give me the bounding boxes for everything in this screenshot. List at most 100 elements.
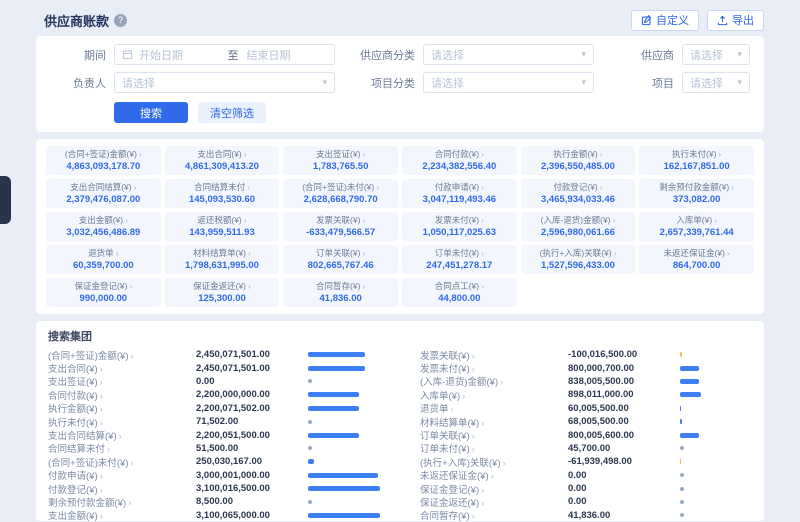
breakdown-label[interactable]: 发票关联(¥)› (420, 348, 568, 362)
breakdown-label[interactable]: 付款登记(¥)› (48, 482, 196, 496)
chevron-right-icon: › (134, 182, 137, 192)
chevron-right-icon: › (362, 248, 365, 258)
breakdown-label[interactable]: 支出合同(¥)› (48, 361, 196, 375)
metric-card[interactable]: (执行+入库)关联(¥)›1,527,596,433.00 (521, 245, 636, 274)
breakdown-label[interactable]: 发票未付(¥)› (420, 361, 568, 375)
breakdown-label[interactable]: 付款申请(¥)› (48, 468, 196, 482)
breakdown-label[interactable]: 材料结算单(¥)› (420, 415, 568, 429)
breakdown-bar (308, 352, 365, 357)
metric-card[interactable]: (合同+签证)金额(¥)›4,863,093,178.70 (46, 146, 161, 175)
breakdown-bar-track (308, 469, 380, 482)
metric-label: 合同结算未付› (167, 181, 278, 193)
breakdown-bar-track (680, 375, 752, 388)
metric-card[interactable]: 保证金登记(¥)›990,000.00 (46, 278, 161, 307)
breakdown-label[interactable]: 执行未付(¥)› (48, 415, 196, 429)
supplier-category-select[interactable]: 请选择 ▾ (423, 44, 594, 65)
breakdown-bar (680, 419, 682, 424)
breakdown-bar (308, 392, 359, 397)
metric-card[interactable]: 剩余预付款金额(¥)›373,082.00 (639, 179, 754, 208)
metric-card[interactable]: 支出合同(¥)›4,861,309,413.20 (165, 146, 280, 175)
clear-filters-button[interactable]: 清空筛选 (198, 102, 266, 123)
breakdown-bar-dot (680, 446, 684, 450)
metric-value: 2,596,980,061.66 (523, 227, 634, 238)
metric-label: 发票未付(¥)› (404, 214, 515, 226)
customize-label: 自定义 (656, 12, 689, 28)
metric-card[interactable]: 合同点工(¥)›44,800.00 (402, 278, 517, 307)
filter-supplier-label: 供应商 (618, 47, 674, 63)
metric-card[interactable]: 发票关联(¥)›-633,479,566.57 (283, 212, 398, 241)
metric-card[interactable]: (入库-退货)金额(¥)›2,596,980,061.66 (521, 212, 636, 241)
metric-card[interactable]: 入库单(¥)›2,657,339,761.44 (639, 212, 754, 241)
breakdown-label[interactable]: 退货单› (420, 401, 568, 415)
breakdown-value: 71,502.00 (196, 416, 308, 427)
breakdown-label[interactable]: 支出合同结算(¥)› (48, 428, 196, 442)
metric-card[interactable]: 支出金额(¥)›3,032,456,486.89 (46, 212, 161, 241)
breakdown-label[interactable]: 入库单(¥)› (420, 388, 568, 402)
metric-card[interactable]: 保证金返还(¥)›125,300.00 (165, 278, 280, 307)
help-icon[interactable]: ? (114, 14, 127, 27)
metric-card[interactable]: 未返还保证金(¥)›864,700.00 (639, 245, 754, 274)
breakdown-label[interactable]: (合同+签证)金额(¥)› (48, 348, 196, 362)
search-button[interactable]: 搜索 (114, 102, 188, 123)
metric-value: 2,628,668,790.70 (285, 194, 396, 205)
breakdown-bar (680, 433, 699, 438)
breakdown-label[interactable]: 支出签证(¥)› (48, 374, 196, 388)
chevron-right-icon: › (472, 444, 475, 455)
chevron-right-icon: › (131, 458, 134, 469)
date-range-picker[interactable]: 开始日期 至 结束日期 (114, 44, 335, 65)
breakdown-label[interactable]: 执行金额(¥)› (48, 401, 196, 415)
breakdown-bar-track (308, 402, 380, 415)
side-panel-handle[interactable] (0, 176, 11, 224)
metric-card[interactable]: 合同暂存(¥)›41,836.00 (283, 278, 398, 307)
breakdown-label[interactable]: (执行+入库)关联(¥)› (420, 455, 568, 469)
metric-card[interactable]: 发票未付(¥)›1,050,117,025.63 (402, 212, 517, 241)
breakdown-label[interactable]: 订单未付(¥)› (420, 441, 568, 455)
metric-card[interactable]: 合同付款(¥)›2,234,382,556.40 (402, 146, 517, 175)
metric-card[interactable]: 支出合同结算(¥)›2,379,476,087.00 (46, 179, 161, 208)
metric-card[interactable]: 执行金额(¥)›2,396,550,485.00 (521, 146, 636, 175)
metric-card[interactable]: 合同结算未付›145,093,530.60 (165, 179, 280, 208)
metric-card[interactable]: 付款申请(¥)›3,047,119,493.46 (402, 179, 517, 208)
breakdown-label[interactable]: 合同付款(¥)› (48, 388, 196, 402)
chevron-right-icon: › (244, 215, 247, 225)
breakdown-label[interactable]: 支出金额(¥)› (48, 508, 196, 522)
breakdown-label[interactable]: 合同暂存(¥)› (420, 508, 568, 522)
metric-value: 2,657,339,761.44 (641, 227, 752, 238)
breakdown-bar-track (308, 388, 380, 401)
breakdown-label[interactable]: 保证金返还(¥)› (420, 495, 568, 509)
project-category-select[interactable]: 请选择 ▾ (423, 72, 594, 93)
metric-value: 802,665,767.46 (285, 260, 396, 271)
metric-card[interactable]: 材料结算单(¥)›1,798,631,995.00 (165, 245, 280, 274)
metric-card[interactable]: 返还税额(¥)›143,959,511.93 (165, 212, 280, 241)
chevron-right-icon: › (100, 404, 103, 415)
breakdown-label[interactable]: 剩余预付款金额(¥)› (48, 495, 196, 509)
metric-label: (合同+签证)金额(¥)› (48, 148, 159, 160)
metric-card[interactable]: (合同+签证)未付(¥)›2,628,668,790.70 (283, 179, 398, 208)
supplier-select[interactable]: 请选择 ▾ (682, 44, 750, 65)
export-button[interactable]: 导出 (707, 10, 764, 31)
breakdown-label[interactable]: 订单关联(¥)› (420, 428, 568, 442)
metric-card[interactable]: 订单未付(¥)›247,451,278.17 (402, 245, 517, 274)
breakdown-value: 51,500.00 (196, 443, 308, 454)
breakdown-label[interactable]: (入库-退货)金额(¥)› (420, 374, 568, 388)
breakdown-label[interactable]: 合同结算未付› (48, 441, 196, 455)
metric-value: 2,379,476,087.00 (48, 194, 159, 205)
metric-value: 3,032,456,486.89 (48, 227, 159, 238)
breakdown-label[interactable]: 未返还保证金(¥)› (420, 468, 568, 482)
metric-value: 864,700.00 (641, 260, 752, 271)
metric-label: 材料结算单(¥)› (167, 247, 278, 259)
project-select[interactable]: 请选择 ▾ (682, 72, 750, 93)
metric-card[interactable]: 付款登记(¥)›3,465,934,033.46 (521, 179, 636, 208)
breakdown-row: (执行+入库)关联(¥)›-61,939,498.00 (420, 455, 752, 468)
breakdown-label[interactable]: 保证金登记(¥)› (420, 482, 568, 496)
breakdown-label[interactable]: (合同+签证)未付(¥)› (48, 455, 196, 469)
metric-card[interactable]: 订单关联(¥)›802,665,767.46 (283, 245, 398, 274)
breakdown-bar-track (680, 482, 752, 495)
owner-select[interactable]: 请选择 ▾ (114, 72, 335, 93)
breakdown-value: 45,700.00 (568, 443, 680, 454)
metric-card[interactable]: 退货单›60,359,700.00 (46, 245, 161, 274)
metric-card[interactable]: 执行未付(¥)›162,167,851.00 (639, 146, 754, 175)
breakdown-bar-track (308, 509, 380, 522)
customize-button[interactable]: 自定义 (631, 10, 699, 31)
metric-card[interactable]: 支出签证(¥)›1,783,765.50 (283, 146, 398, 175)
